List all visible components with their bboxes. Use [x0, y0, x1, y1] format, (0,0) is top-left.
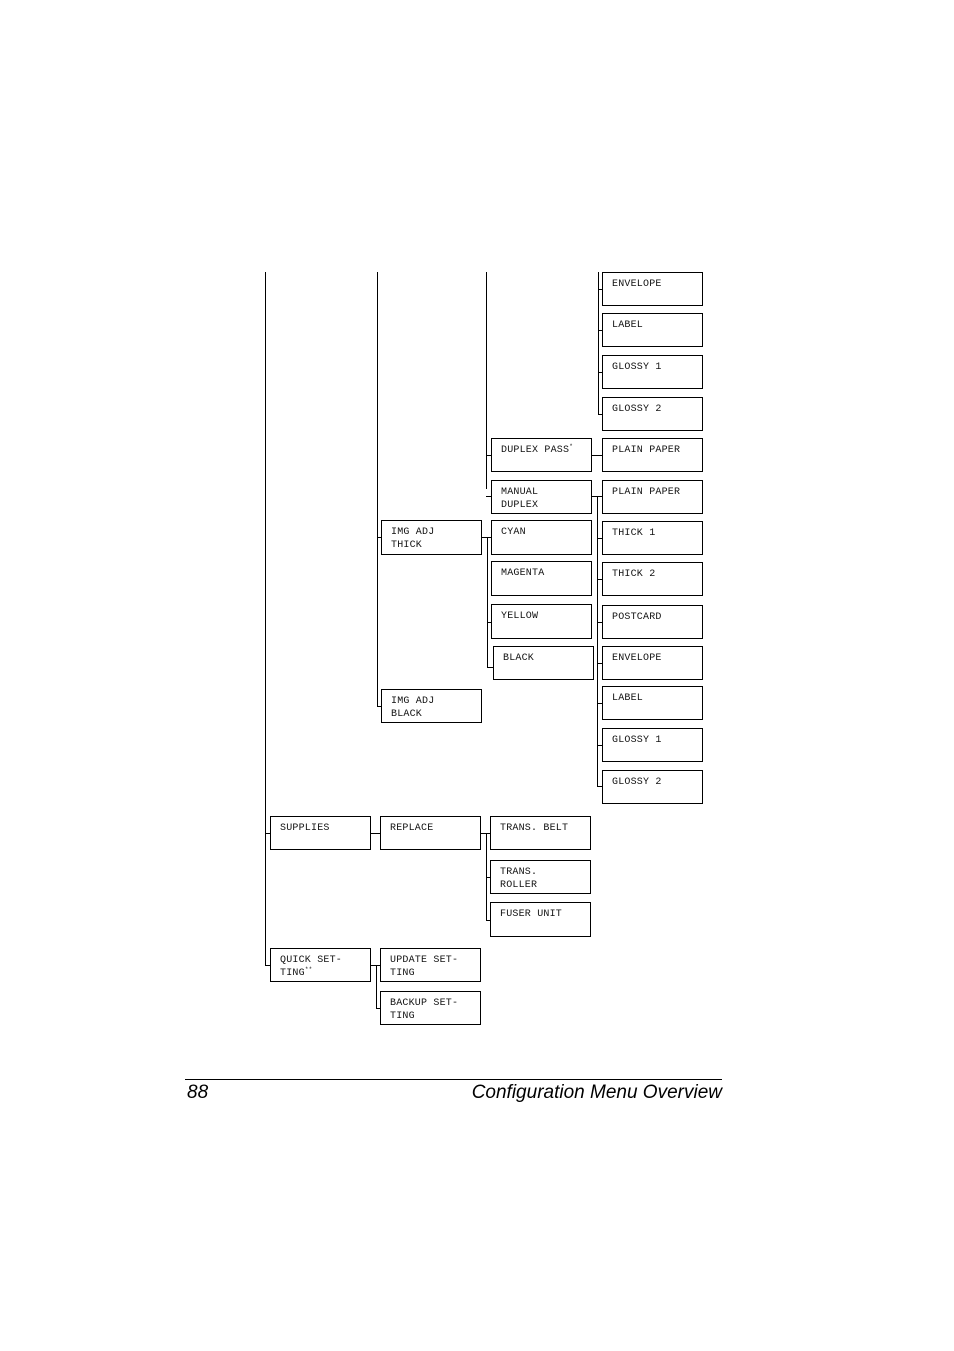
menu-item-thick-2: THICK 2	[602, 562, 703, 596]
connector-line	[486, 272, 487, 489]
menu-item-glossy-2: GLOSSY 2	[602, 397, 703, 431]
menu-item-backup-setting: BACKUP SET- TING	[380, 991, 481, 1025]
menu-item-img-adj-thick: IMG ADJ THICK	[381, 520, 482, 555]
connector-line	[592, 455, 602, 456]
connector-line	[377, 272, 378, 706]
menu-item-cyan: CYAN	[491, 520, 592, 555]
menu-item-magenta: MAGENTA	[491, 561, 592, 596]
menu-item-trans-roller: TRANS. ROLLER	[490, 860, 591, 894]
menu-item-duplex-pass: DUPLEX PASS*	[491, 438, 592, 472]
menu-item-replace: REPLACE	[380, 816, 481, 850]
menu-item-plain-paper: PLAIN PAPER	[602, 438, 703, 472]
menu-item-postcard: POSTCARD	[602, 605, 703, 639]
menu-item-plain-paper: PLAIN PAPER	[602, 480, 703, 514]
connector-line	[597, 496, 598, 787]
menu-item-img-adj-black: IMG ADJ BLACK	[381, 689, 482, 723]
page-number: 88	[187, 1082, 209, 1103]
menu-item-supplies: SUPPLIES	[270, 816, 371, 850]
connector-line	[371, 833, 380, 834]
menu-item-thick-1: THICK 1	[602, 521, 703, 555]
page-title: Configuration Menu Overview	[471, 1082, 722, 1103]
menu-item-fuser-unit: FUSER UNIT	[490, 902, 591, 937]
menu-item-glossy-1: GLOSSY 1	[602, 355, 703, 389]
menu-item-glossy-2: GLOSSY 2	[602, 770, 703, 804]
menu-item-envelope: ENVELOPE	[602, 272, 703, 306]
connector-line	[265, 272, 266, 965]
menu-item-trans-belt: TRANS. BELT	[490, 816, 591, 850]
menu-item-quick-setting: QUICK SET- TING**	[270, 948, 371, 982]
menu-item-black: BLACK	[493, 646, 594, 680]
menu-item-label: LABEL	[602, 686, 703, 720]
connector-line	[487, 537, 488, 667]
menu-item-manual-duplex: MANUAL DUPLEX	[491, 480, 592, 514]
menu-item-label: LABEL	[602, 313, 703, 347]
menu-item-glossy-1: GLOSSY 1	[602, 728, 703, 762]
connector-line	[598, 272, 599, 415]
menu-item-update-setting: UPDATE SET- TING	[380, 948, 481, 982]
footnote-marker: *	[569, 443, 574, 450]
footnote-marker: **	[304, 966, 313, 973]
connector-line	[376, 965, 377, 1008]
duplex-pass-label: DUPLEX PASS	[501, 445, 570, 456]
menu-item-yellow: YELLOW	[491, 604, 592, 639]
footer-rule	[185, 1079, 722, 1080]
menu-item-envelope: ENVELOPE	[602, 646, 703, 680]
